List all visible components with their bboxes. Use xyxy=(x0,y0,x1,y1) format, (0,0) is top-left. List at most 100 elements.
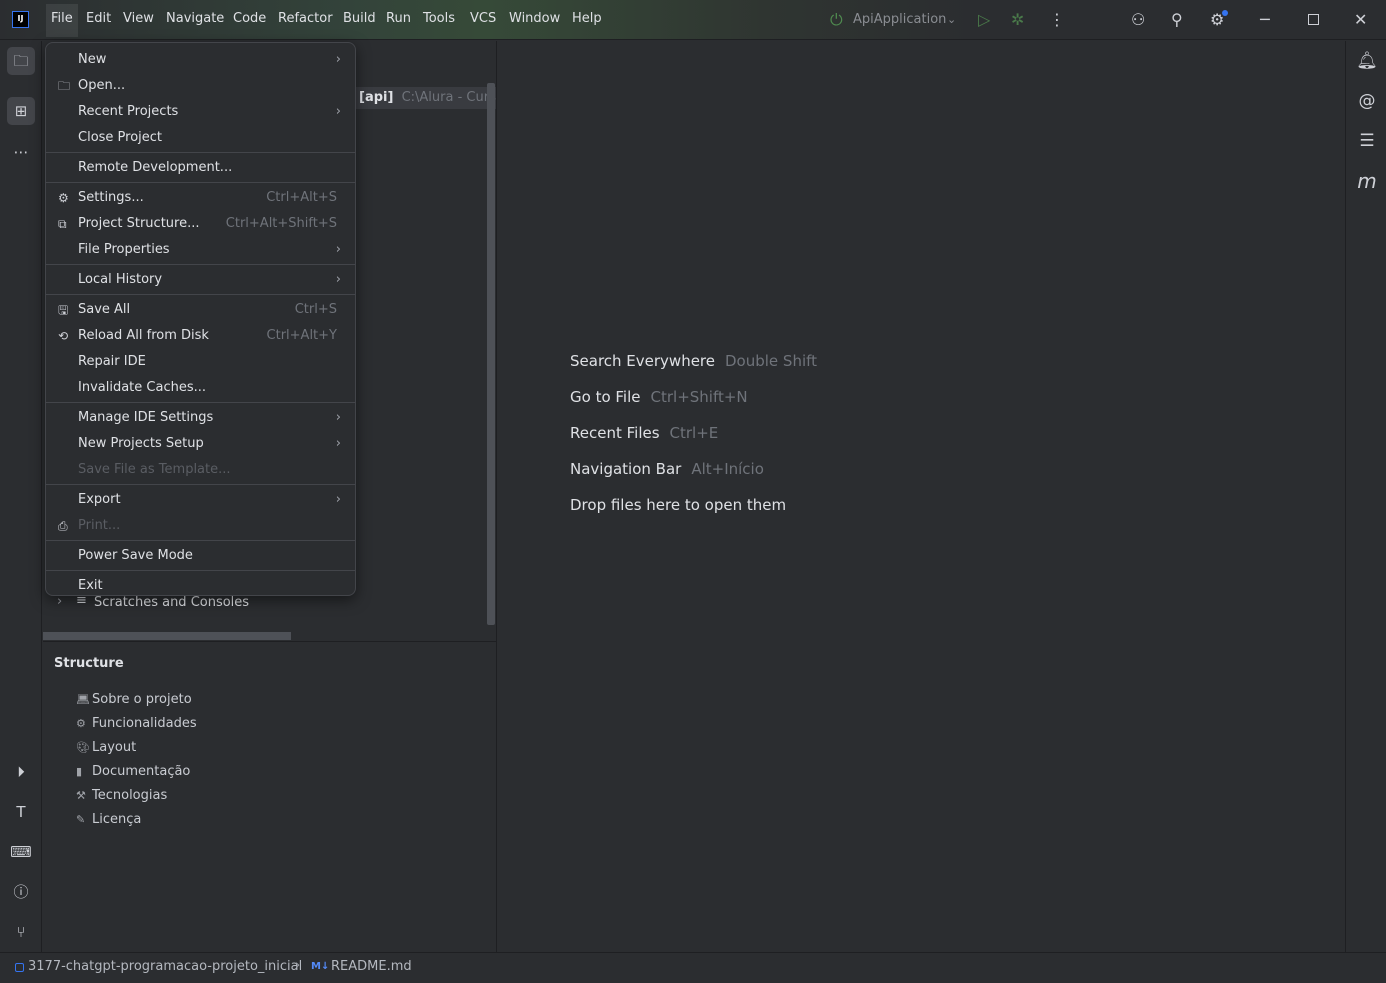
menu-item-local-history[interactable]: Local History › xyxy=(46,267,355,293)
save-icon: 🖫 xyxy=(58,303,69,317)
menu-view[interactable]: View xyxy=(123,11,154,26)
menu-vcs[interactable]: VCS xyxy=(470,11,496,26)
menu-item-exit[interactable]: Exit xyxy=(46,573,355,599)
menu-file[interactable]: File xyxy=(46,4,78,37)
submenu-chevron-icon: › xyxy=(335,272,341,287)
file-menu-dropdown: New › 🗀 Open... Recent Projects › Close Projec… xyxy=(45,42,356,596)
submenu-chevron-icon: › xyxy=(335,436,341,451)
menu-run[interactable]: Run xyxy=(386,11,411,26)
chevron-down-icon[interactable]: ⌄ xyxy=(947,13,956,26)
menu-item-label: New Projects Setup xyxy=(78,436,204,451)
menu-tools[interactable]: Tools xyxy=(423,11,455,26)
menu-edit[interactable]: Edit xyxy=(86,11,111,26)
structure-icon[interactable]: ⊞ xyxy=(7,97,35,125)
menu-item-label: Close Project xyxy=(78,130,163,145)
menu-item-file-properties[interactable]: File Properties › xyxy=(46,237,355,263)
problems-icon[interactable]: ⓘ xyxy=(7,878,35,906)
submenu-chevron-icon: › xyxy=(335,492,341,507)
breadcrumb-file[interactable]: README.md xyxy=(331,959,412,974)
structure-item-layout[interactable]: 🎨︎ Layout xyxy=(76,740,136,755)
menu-item-save-file-as-template: Save File as Template... xyxy=(46,457,355,483)
menu-item-close-project[interactable]: Close Project xyxy=(46,125,355,151)
more-icon[interactable]: ⋮ xyxy=(1049,10,1065,29)
menu-code[interactable]: Code xyxy=(233,11,266,26)
shortcut-label: Ctrl+Alt+S xyxy=(266,190,337,205)
menu-item-label: Recent Projects xyxy=(78,104,179,119)
menu-item-remote-development[interactable]: Remote Development... xyxy=(46,155,355,181)
structure-item-label: Funcionalidades xyxy=(92,716,197,731)
menu-item-reload-all-from-disk[interactable]: ⟲ Reload All from Disk Ctrl+Alt+Y xyxy=(46,323,355,349)
spring-run-config-icon: ⏻ xyxy=(830,10,843,29)
hint-label: Search Everywhere xyxy=(570,352,715,370)
search-icon[interactable]: ⚲ xyxy=(1171,10,1183,29)
menu-item-project-structure[interactable]: ⧉ Project Structure... Ctrl+Alt+Shift+S xyxy=(46,211,355,237)
hint-shortcut: Double Shift xyxy=(725,352,818,370)
project-root-row[interactable]: [api] C:\Alura - Curso\ xyxy=(356,87,496,109)
menu-item-manage-ide-settings[interactable]: Manage IDE Settings › xyxy=(46,405,355,431)
menu-item-power-save-mode[interactable]: Power Save Mode xyxy=(46,543,355,569)
intellij-logo-icon[interactable]: IJ xyxy=(12,11,29,28)
laptop-icon: 💻︎ xyxy=(76,693,90,706)
notifications-bell-icon[interactable]: 🔔︎ xyxy=(1354,51,1380,71)
structure-item-label: Licença xyxy=(92,812,142,827)
menu-build[interactable]: Build xyxy=(343,11,376,26)
right-tool-strip: 🔔︎ @ ☰ m xyxy=(1345,41,1386,952)
menu-navigate[interactable]: Navigate xyxy=(166,11,224,26)
vertical-scrollbar[interactable] xyxy=(487,83,495,625)
services-icon[interactable]: ⏵ xyxy=(7,758,35,786)
maven-icon[interactable]: m xyxy=(1354,169,1380,193)
run-icon[interactable]: ▷ xyxy=(978,10,990,29)
close-icon[interactable]: ✕ xyxy=(1354,10,1367,29)
tools-icon: ⚒ xyxy=(76,789,86,802)
horizontal-scrollbar[interactable] xyxy=(43,632,291,640)
structure-item-sobre-o-projeto[interactable]: 💻︎ Sobre o projeto xyxy=(76,692,192,707)
menu-item-invalidate-caches[interactable]: Invalidate Caches... xyxy=(46,375,355,401)
structure-item-label: Tecnologias xyxy=(92,788,168,803)
git-branch-icon[interactable]: ⑂ xyxy=(7,918,35,946)
breadcrumb-project[interactable]: 3177-chatgpt-programacao-projeto_inicial xyxy=(28,959,302,974)
hint-label: Drop files here to open them xyxy=(570,496,787,514)
breadcrumb-chevron-icon: › xyxy=(295,958,301,973)
menu-item-repair-ide[interactable]: Repair IDE xyxy=(46,349,355,375)
menu-item-new-projects-setup[interactable]: New Projects Setup › xyxy=(46,431,355,457)
menu-item-print: ⎙ Print... xyxy=(46,513,355,539)
structure-item-tecnologias[interactable]: ⚒ Tecnologias xyxy=(76,788,167,803)
menu-item-open[interactable]: 🗀 Open... xyxy=(46,73,355,99)
menu-item-new[interactable]: New › xyxy=(46,47,355,73)
title-bar: IJ File Edit View Navigate Code Refactor Build… xyxy=(0,0,1386,40)
menu-item-recent-projects[interactable]: Recent Projects › xyxy=(46,99,355,125)
menu-window[interactable]: Window xyxy=(509,11,560,26)
update-badge xyxy=(1222,10,1228,16)
maximize-icon[interactable] xyxy=(1308,14,1319,25)
more-tools-icon[interactable]: ⋯ xyxy=(7,138,35,166)
print-icon: ⎙ xyxy=(58,519,68,533)
hint-navigation-bar: Navigation Bar Alt+Início xyxy=(570,460,764,478)
build-hammer-icon[interactable]: T xyxy=(7,798,35,826)
debug-icon[interactable]: ✲ xyxy=(1011,10,1024,29)
menu-item-label: Project Structure... xyxy=(78,216,200,231)
menu-refactor[interactable]: Refactor xyxy=(278,11,333,26)
minimize-icon[interactable]: ─ xyxy=(1260,10,1270,29)
menu-help[interactable]: Help xyxy=(572,11,602,26)
structure-item-funcionalidades[interactable]: ⚙ Funcionalidades xyxy=(76,716,197,731)
menu-item-label: Remote Development... xyxy=(78,160,233,175)
gear-icon: ⚙ xyxy=(58,191,69,205)
menu-item-label: File Properties xyxy=(78,242,170,257)
structure-item-documenta-o[interactable]: ▮ Documentação xyxy=(76,764,190,779)
terminal-icon[interactable]: ⌨ xyxy=(7,838,35,866)
structure-item-label: Documentação xyxy=(92,764,191,779)
add-user-icon[interactable]: ⚇ xyxy=(1131,10,1145,29)
ai-assistant-spiral-icon[interactable]: @ xyxy=(1354,91,1380,111)
memo-icon: ✎ xyxy=(76,813,86,826)
structure-item-label: Sobre o projeto xyxy=(92,692,192,707)
project-path: C:\Alura - Curso\ xyxy=(401,90,496,105)
menu-item-settings[interactable]: ⚙ Settings... Ctrl+Alt+S xyxy=(46,185,355,211)
hint-drop-files-here-to-open-them: Drop files here to open them xyxy=(570,496,786,514)
structure-item-licen-a[interactable]: ✎ Licença xyxy=(76,812,141,827)
project-folder-icon[interactable]: 🗀 xyxy=(7,47,35,75)
database-icon[interactable]: ☰ xyxy=(1354,131,1380,151)
menu-item-export[interactable]: Export › xyxy=(46,487,355,513)
menu-item-label: Invalidate Caches... xyxy=(78,380,207,395)
run-config-selector[interactable]: ApiApplication xyxy=(853,12,946,27)
menu-item-save-all[interactable]: 🖫 Save All Ctrl+S xyxy=(46,297,355,323)
